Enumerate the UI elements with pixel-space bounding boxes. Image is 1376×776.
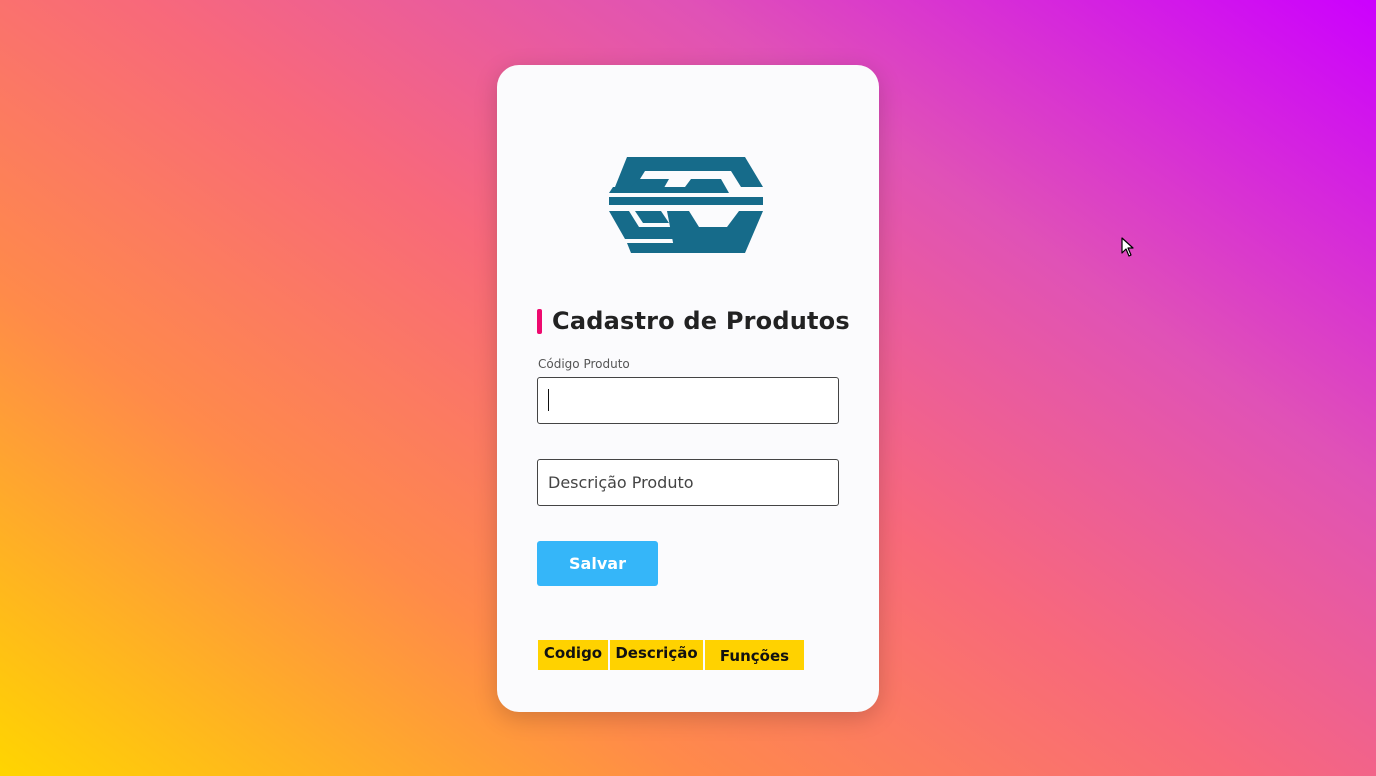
products-table-header: Codigo Descrição Funções [538, 640, 806, 670]
product-description-input[interactable] [537, 459, 839, 506]
title-accent-bar [537, 308, 542, 334]
product-form-card: Cadastro de Produtos Código Produto Salv… [497, 65, 879, 712]
mouse-pointer-icon [1121, 237, 1134, 257]
form-title: Cadastro de Produtos [537, 307, 850, 335]
page-title: Cadastro de Produtos [552, 307, 850, 335]
code-field-label: Código Produto [538, 357, 630, 371]
column-header-code: Codigo [538, 640, 608, 670]
column-header-description: Descrição [610, 640, 703, 670]
column-header-functions: Funções [705, 640, 804, 670]
brand-logo-icon [609, 157, 763, 253]
save-button[interactable]: Salvar [537, 541, 658, 586]
text-caret [548, 389, 549, 411]
product-code-input[interactable] [537, 377, 839, 424]
